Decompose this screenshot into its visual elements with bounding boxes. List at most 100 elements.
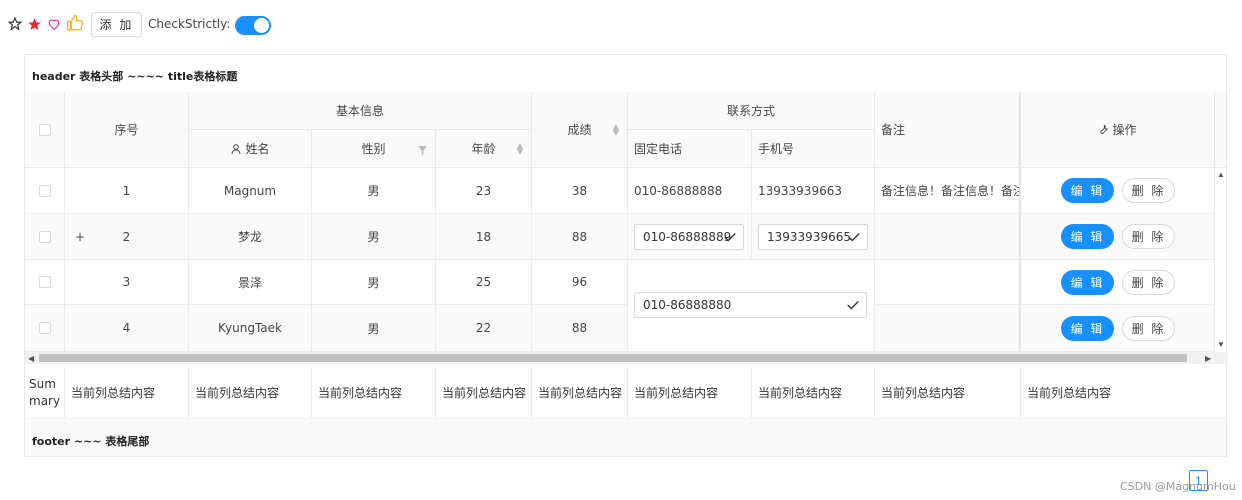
cell-index: 1 <box>65 168 189 214</box>
row-checkbox[interactable] <box>38 322 51 334</box>
merged-phone-input[interactable]: 010-86888880 <box>634 292 867 318</box>
cell-actions <box>1021 260 1215 305</box>
row-checkbox-cell[interactable] <box>25 305 65 352</box>
add-button[interactable]: 添 加 <box>91 12 142 37</box>
cell-index: 4 <box>65 305 189 352</box>
row-checkbox-cell[interactable] <box>25 260 65 305</box>
cell-mobile: 13933939663 <box>752 168 875 214</box>
check-icon[interactable] <box>723 230 737 244</box>
summary-cell: 当前列总结内容 <box>532 367 628 419</box>
cell-gender: 男 <box>312 214 436 260</box>
cell-name: KyungTaek <box>189 305 312 352</box>
cell-age: 23 <box>436 168 532 214</box>
cell-age: 22 <box>436 305 532 352</box>
header-contact: 联系方式 <box>628 92 875 130</box>
cell-age: 25 <box>436 260 532 305</box>
merged-phone-input-value: 010-86888880 <box>643 298 732 312</box>
summary-cell: 当前列总结内容 <box>875 367 1021 419</box>
sort-icon[interactable]: ▲ ▼ <box>517 142 523 156</box>
summary-cell: 当前列总结内容 <box>312 367 436 419</box>
scroll-left-icon[interactable]: ◀ <box>28 354 34 363</box>
cell-score: 96 <box>532 260 628 305</box>
delete-button[interactable]: 删 除 <box>1122 224 1175 249</box>
edit-button[interactable]: 编 辑 <box>1061 316 1114 341</box>
cell-phone: 010-86888889 <box>628 214 752 260</box>
row-checkbox-cell[interactable] <box>25 168 65 214</box>
heart-outline-icon[interactable] <box>45 15 63 33</box>
cell-index: 3 <box>65 260 189 305</box>
scroll-right-icon[interactable]: ▶ <box>1205 354 1211 363</box>
star-filled-icon[interactable] <box>25 15 43 33</box>
header-basic-info: 基本信息 <box>189 92 532 130</box>
check-strictly-label: CheckStrictly: <box>148 17 231 31</box>
sort-icon[interactable]: ▲ ▼ <box>613 123 619 137</box>
footer-text: footer ~~~ 表格尾部 <box>32 435 150 448</box>
header-phone: 固定电话 <box>628 130 752 168</box>
cell-index: + 2 <box>65 214 189 260</box>
cell-name: Magnum <box>189 168 312 214</box>
cell-phone: 010-86888888 <box>628 168 752 214</box>
row-checkbox[interactable] <box>38 230 51 243</box>
horizontal-scrollbar[interactable]: ◀ ▶ <box>25 352 1228 364</box>
summary-cell: 当前列总结内容 <box>752 367 875 419</box>
cell-gender: 男 <box>312 168 436 214</box>
fixed-column-shadow <box>1019 92 1022 352</box>
select-all-checkbox[interactable] <box>38 123 51 136</box>
header-name[interactable]: 姓名 <box>189 130 312 168</box>
summary-cell: 当前列总结内容 <box>436 367 532 419</box>
cell-actions <box>1021 168 1215 214</box>
phone-input[interactable]: 010-86888889 <box>634 224 744 250</box>
cell-contact-merged: 010-86888880 <box>628 260 875 352</box>
edit-button[interactable]: 编 辑 <box>1061 224 1114 249</box>
scroll-down-icon[interactable]: ▼ <box>1217 340 1225 349</box>
header-select-all[interactable] <box>25 92 65 168</box>
delete-button[interactable]: 删 除 <box>1122 316 1175 341</box>
check-strictly-switch[interactable] <box>235 16 271 35</box>
cell-actions <box>1021 305 1215 352</box>
cell-remark <box>875 305 1021 352</box>
mobile-input-value: 13933939665 <box>767 230 851 244</box>
cell-score: 38 <box>532 168 628 214</box>
user-icon <box>231 143 241 154</box>
vertical-scrollbar[interactable]: ▲ ▼ <box>1215 168 1226 352</box>
edit-button[interactable]: 编 辑 <box>1061 270 1114 295</box>
header-remark: 备注 <box>875 92 1021 168</box>
phone-input-value: 010-86888889 <box>643 230 732 244</box>
row-checkbox[interactable] <box>38 184 51 197</box>
summary-cell: 当前列总结内容 <box>628 367 752 419</box>
summary-cell: 当前列总结内容 <box>1021 367 1226 419</box>
watermark: CSDN @MagnumHou <box>1120 480 1236 493</box>
header-gender[interactable]: 性别 <box>312 130 436 168</box>
header-index: 序号 <box>65 92 189 168</box>
horizontal-scroll-thumb[interactable] <box>39 354 1187 362</box>
cell-name: 景泽 <box>189 260 312 305</box>
wrench-icon <box>1100 124 1109 134</box>
cell-remark <box>875 214 1021 260</box>
mobile-input[interactable]: 13933939665 <box>758 224 868 250</box>
header-action: 操作 <box>1021 92 1215 168</box>
header-score[interactable]: 成绩 ▲ ▼ <box>532 92 628 168</box>
header-age[interactable]: 年龄 ▲ ▼ <box>436 130 532 168</box>
row-checkbox[interactable] <box>38 276 51 288</box>
delete-button[interactable]: 删 除 <box>1122 178 1175 203</box>
table-panel: header 表格头部 ~~~~ title表格标题 序号 基本信息 姓名 性别… <box>24 54 1228 457</box>
scroll-up-icon[interactable]: ▲ <box>1217 170 1225 179</box>
summary-label: Summary <box>25 367 65 419</box>
check-icon[interactable] <box>846 298 860 312</box>
header-age-label: 年龄 <box>471 142 496 156</box>
edit-button[interactable]: 编 辑 <box>1061 178 1114 203</box>
thumbs-up-icon[interactable] <box>65 13 85 33</box>
star-outline-icon[interactable] <box>6 15 24 33</box>
toolbar: 添 加 CheckStrictly: <box>0 0 1242 50</box>
row-checkbox-cell[interactable] <box>25 214 65 260</box>
delete-button[interactable]: 删 除 <box>1122 270 1175 295</box>
cell-name: 梦龙 <box>189 214 312 260</box>
expand-icon[interactable]: + <box>75 230 85 244</box>
table-footer: footer ~~~ 表格尾部 <box>25 419 1226 456</box>
summary-cell: 当前列总结内容 <box>189 367 312 419</box>
switch-knob <box>254 18 269 33</box>
header-action-label: 操作 <box>1112 123 1137 137</box>
check-icon[interactable] <box>847 230 861 244</box>
filter-icon[interactable] <box>418 144 427 158</box>
cell-gender: 男 <box>312 305 436 352</box>
